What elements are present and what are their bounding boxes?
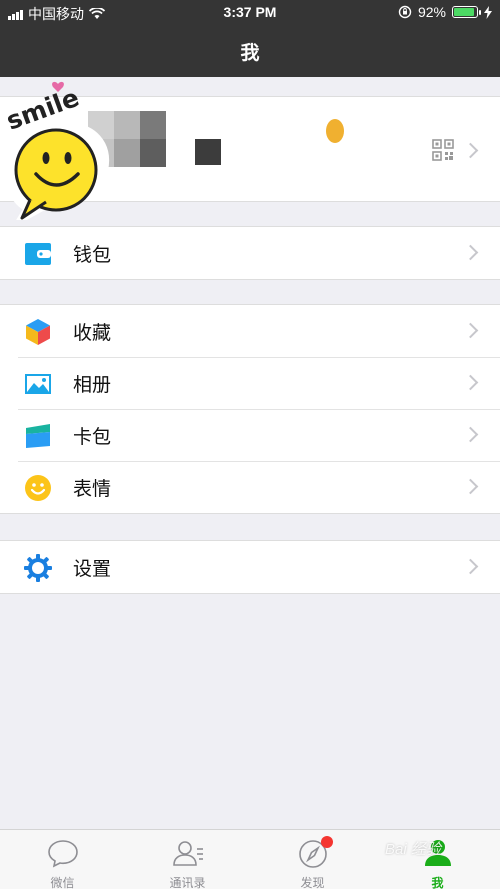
card-pack-icon xyxy=(26,424,50,448)
main-menu-group: 收藏 相册 卡包 表情 xyxy=(0,304,500,514)
tab-label-chats: 微信 xyxy=(50,876,75,889)
qr-code-icon[interactable] xyxy=(432,139,454,161)
tab-contacts[interactable]: 通讯录 xyxy=(125,830,250,889)
menu-item-album[interactable]: 相册 xyxy=(0,357,500,409)
wallet-group: 钱包 xyxy=(0,226,500,280)
menu-item-wallet[interactable]: 钱包 xyxy=(0,227,500,279)
notification-badge xyxy=(321,836,333,848)
menu-item-favorites[interactable]: 收藏 xyxy=(0,305,500,357)
decoration-blob xyxy=(326,119,344,143)
nickname-blurred xyxy=(195,139,221,165)
status-bar: 中国移动 3:37 PM 92% xyxy=(0,0,500,26)
smile-sticker: smile xyxy=(2,81,110,220)
album-icon xyxy=(25,374,51,394)
tab-label-discover: 发现 xyxy=(300,876,325,889)
menu-label-cards: 卡包 xyxy=(73,426,112,448)
settings-group: 设置 xyxy=(0,540,500,594)
battery-icon xyxy=(452,6,481,18)
watermark: Bai 经验 xyxy=(385,841,441,858)
chevron-right-icon xyxy=(462,478,479,495)
chevron-right-icon xyxy=(462,558,479,575)
chevron-right-icon xyxy=(462,244,479,261)
menu-label-stickers: 表情 xyxy=(73,478,112,500)
chevron-right-icon xyxy=(462,142,479,159)
menu-label-favorites: 收藏 xyxy=(73,322,112,344)
tab-label-contacts: 通讯录 xyxy=(169,876,206,889)
chat-icon xyxy=(48,840,78,868)
charging-icon xyxy=(484,5,492,19)
page-title: 我 xyxy=(240,43,260,64)
gear-icon xyxy=(24,554,52,582)
contacts-icon xyxy=(173,841,203,866)
chevron-right-icon xyxy=(462,426,479,443)
battery-percent: 92% xyxy=(417,4,446,20)
menu-item-cards[interactable]: 卡包 xyxy=(0,409,500,461)
menu-item-stickers[interactable]: 表情 xyxy=(0,461,500,513)
chevron-right-icon xyxy=(462,374,479,391)
menu-label-settings: 设置 xyxy=(73,558,112,580)
top-bar: 中国移动 3:37 PM 92% 我 xyxy=(0,0,500,77)
favorites-cube-icon xyxy=(26,319,50,345)
emoji-smile-icon xyxy=(25,475,51,501)
tab-discover[interactable]: 发现 xyxy=(250,830,375,889)
chevron-right-icon xyxy=(462,322,479,339)
menu-label-album: 相册 xyxy=(73,374,112,396)
tab-label-me: 我 xyxy=(431,876,444,889)
tab-chats[interactable]: 微信 xyxy=(0,830,125,889)
menu-item-settings[interactable]: 设置 xyxy=(0,541,500,593)
rotation-lock-icon xyxy=(398,5,412,19)
menu-label-wallet: 钱包 xyxy=(73,244,112,266)
wallet-icon xyxy=(25,243,51,265)
